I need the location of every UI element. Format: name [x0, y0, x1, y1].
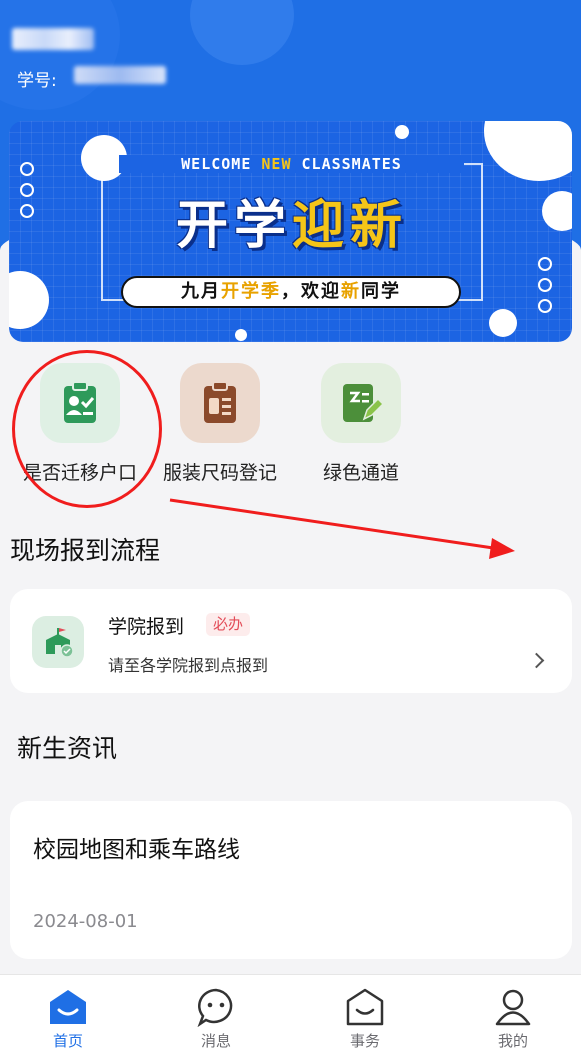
news-section-title: 新生资讯	[17, 734, 118, 763]
bottom-tab-bar: 首页 消息 事务 我的	[0, 974, 581, 1055]
process-item-subtitle: 请至各学院报到点报到	[108, 656, 269, 675]
news-item-date: 2024-08-01	[33, 911, 138, 932]
news-item[interactable]: 校园地图和乘车路线 2024-08-01	[10, 801, 572, 959]
chevron-right-icon	[528, 652, 545, 669]
tab-mine[interactable]: 我的	[463, 987, 563, 1051]
tab-home[interactable]: 首页	[18, 987, 118, 1051]
house-smile-icon	[315, 987, 415, 1027]
user-icon	[463, 987, 563, 1027]
required-badge: 必办	[206, 613, 251, 636]
tab-label: 我的	[497, 1032, 528, 1050]
process-item-title: 学院报到	[108, 616, 185, 638]
tab-messages[interactable]: 消息	[166, 987, 266, 1051]
tab-affairs[interactable]: 事务	[315, 987, 415, 1051]
news-item-title: 校园地图和乘车路线	[33, 837, 240, 863]
tab-label: 事务	[349, 1032, 380, 1050]
school-building-icon	[32, 616, 84, 668]
process-section-title: 现场报到流程	[10, 536, 161, 565]
tab-label: 首页	[52, 1032, 83, 1050]
process-item-college-checkin[interactable]: 学院报到 必办 请至各学院报到点报到	[10, 589, 572, 693]
message-bubble-icon	[166, 987, 266, 1027]
home-smile-icon	[18, 987, 118, 1027]
tab-label: 消息	[200, 1032, 231, 1050]
